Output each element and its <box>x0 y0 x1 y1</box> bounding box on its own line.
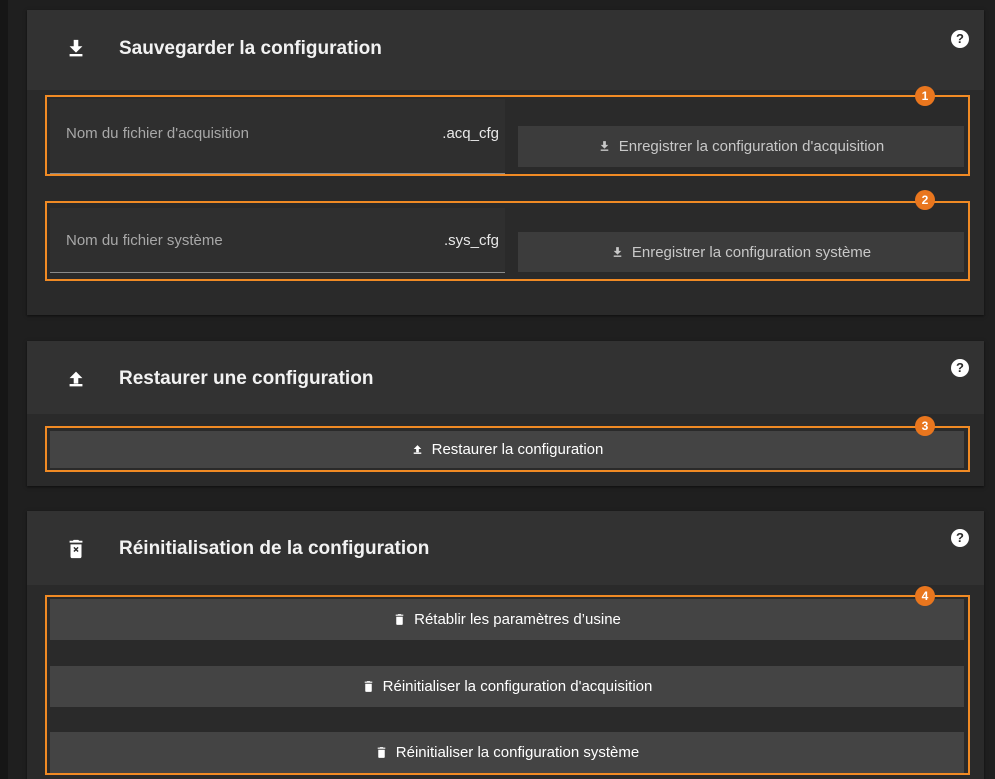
download-icon <box>69 39 83 57</box>
help-icon[interactable]: ? <box>951 529 969 547</box>
delete-box-icon <box>377 747 386 758</box>
restore-configuration-label: Restaurer la configuration <box>431 441 604 458</box>
help-icon[interactable]: ? <box>951 359 969 377</box>
restore-configuration-button[interactable]: Restaurer la configuration <box>50 431 964 468</box>
reset-acquisition-button[interactable]: Réinitialiser la configuration d'acquisi… <box>50 666 964 707</box>
delete-box-icon <box>364 681 372 692</box>
delete-box-icon <box>69 539 83 559</box>
factory-reset-label: Rétablir les paramètres d’usine <box>414 611 621 628</box>
acquisition-filename-placeholder: Nom du fichier d'acquisition <box>66 125 249 142</box>
acquisition-file-extension: .acq_cfg <box>442 125 499 142</box>
callout-number-4: 4 <box>915 586 935 606</box>
delete-box-icon <box>395 614 404 625</box>
help-icon[interactable]: ? <box>951 30 969 48</box>
restore-panel-header: Restaurer une configuration ? <box>27 341 984 414</box>
restore-configuration-panel: Restaurer une configuration ? Restaurer … <box>27 341 984 486</box>
reset-acquisition-label: Réinitialiser la configuration d'acquisi… <box>382 678 653 695</box>
system-filename-placeholder: Nom du fichier système <box>66 232 223 249</box>
save-system-label: Enregistrer la configuration système <box>631 243 872 261</box>
reset-system-label: Réinitialiser la configuration système <box>395 744 640 761</box>
reset-system-button[interactable]: Réinitialiser la configuration système <box>50 732 964 773</box>
save-system-button[interactable]: Enregistrer la configuration système <box>518 232 964 272</box>
upload-icon <box>413 445 421 454</box>
download-icon <box>600 141 609 151</box>
upload-icon <box>69 371 83 387</box>
callout-number-3: 3 <box>915 416 935 436</box>
save-configuration-panel: Sauvegarder la configuration ? Nom du fi… <box>27 10 984 315</box>
save-panel-header: Sauvegarder la configuration ? <box>27 10 984 90</box>
reset-panel-title: Réinitialisation de la configuration <box>119 538 430 559</box>
left-edge <box>0 0 8 779</box>
save-acquisition-label: Enregistrer la configuration d'acquisiti… <box>618 138 885 155</box>
download-icon <box>613 246 622 257</box>
restore-panel-title: Restaurer une configuration <box>119 368 374 389</box>
callout-number-1: 1 <box>915 86 935 106</box>
save-acquisition-button[interactable]: Enregistrer la configuration d'acquisiti… <box>518 126 964 167</box>
callout-number-2: 2 <box>915 190 935 210</box>
reset-configuration-panel: Réinitialisation de la configuration ? R… <box>27 511 984 779</box>
system-filename-field[interactable]: Nom du fichier système .sys_cfg <box>50 208 505 273</box>
system-file-extension: .sys_cfg <box>443 232 499 249</box>
factory-reset-button[interactable]: Rétablir les paramètres d’usine <box>50 599 964 640</box>
save-panel-title: Sauvegarder la configuration <box>119 38 382 59</box>
acquisition-filename-field[interactable]: Nom du fichier d'acquisition .acq_cfg <box>50 99 505 174</box>
page: Sauvegarder la configuration ? Nom du fi… <box>0 0 995 779</box>
reset-panel-header: Réinitialisation de la configuration ? <box>27 511 984 585</box>
